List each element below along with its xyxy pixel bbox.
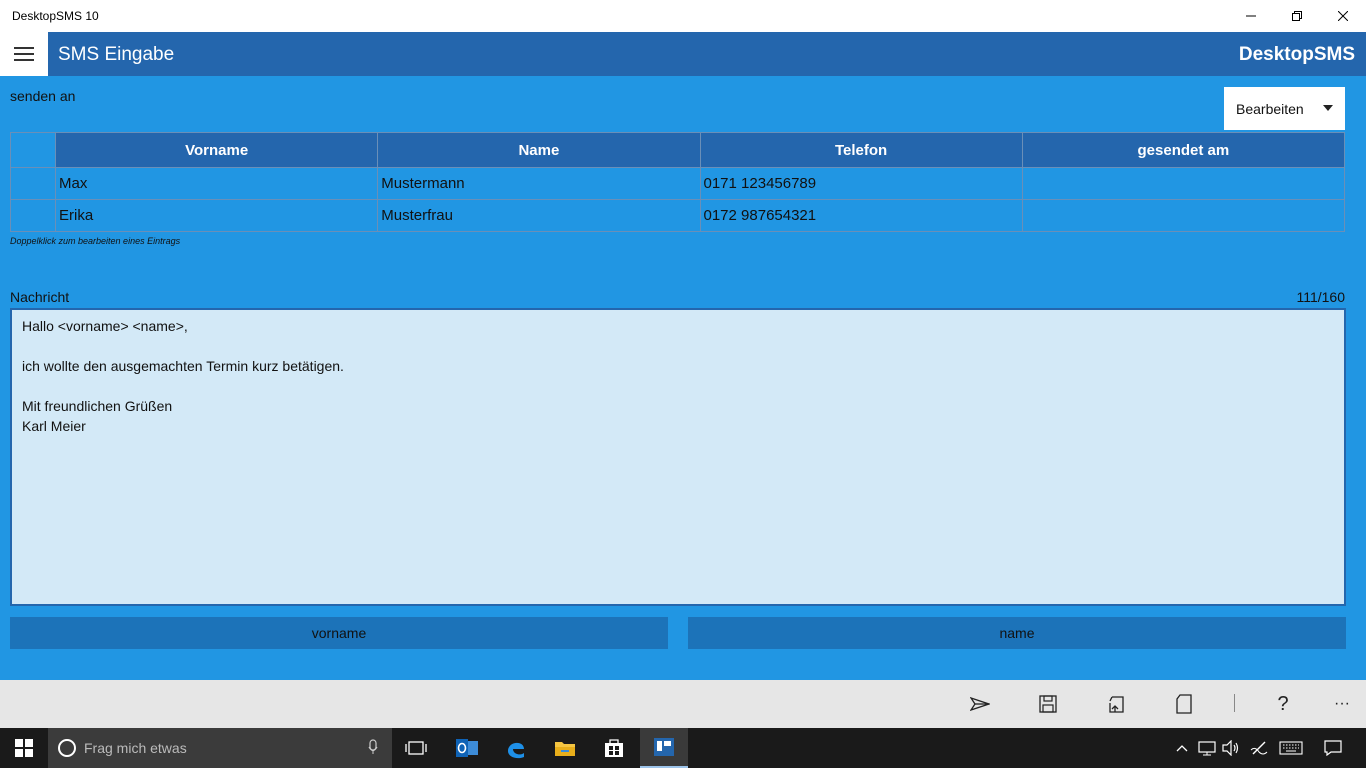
taskbar: Frag mich etwas [0, 728, 1366, 768]
export-icon[interactable] [1101, 690, 1131, 718]
page-icon[interactable] [1169, 690, 1199, 718]
column-header-vorname[interactable]: Vorname [55, 132, 379, 168]
page-title: SMS Eingabe [58, 44, 175, 65]
row-selector[interactable] [9, 167, 57, 200]
table-row[interactable]: Max Mustermann 0171 123456789 [9, 167, 1346, 200]
task-view-icon[interactable] [392, 728, 440, 768]
help-button[interactable]: ? [1268, 690, 1298, 718]
row-selector[interactable] [9, 199, 57, 232]
more-button[interactable]: ··· [1327, 690, 1357, 718]
table-header-row: Vorname Name Telefon gesendet am [9, 132, 1346, 168]
save-icon[interactable] [1033, 690, 1063, 718]
taskbar-search-box[interactable]: Frag mich etwas [48, 728, 392, 768]
network-icon[interactable] [1196, 728, 1218, 768]
close-button[interactable] [1320, 0, 1366, 32]
edit-dropdown[interactable]: Bearbeiten [1224, 87, 1345, 130]
recipient-table: Vorname Name Telefon gesendet am Max Mus… [9, 132, 1346, 232]
hamburger-menu-icon[interactable] [0, 32, 48, 76]
cell-vorname[interactable]: Erika [55, 199, 379, 232]
chevron-up-icon[interactable] [1172, 728, 1192, 768]
send-icon[interactable] [965, 690, 995, 718]
minimize-button[interactable] [1228, 0, 1274, 32]
store-icon[interactable] [590, 728, 638, 768]
column-header-telefon[interactable]: Telefon [699, 132, 1023, 168]
file-explorer-icon[interactable] [541, 728, 589, 768]
outlook-icon[interactable] [443, 728, 491, 768]
command-bar: ? ··· [0, 680, 1366, 728]
edge-browser-icon[interactable] [492, 728, 540, 768]
row-selector-header [9, 132, 57, 168]
brand-title: DesktopSMS [1238, 44, 1355, 65]
windows-start-icon[interactable] [0, 728, 48, 768]
search-placeholder: Frag mich etwas [84, 740, 187, 756]
cell-gesendet[interactable] [1021, 167, 1346, 200]
cell-gesendet[interactable] [1021, 199, 1346, 232]
minimize-icon [1246, 15, 1256, 17]
insert-vorname-button[interactable]: vorname [10, 617, 668, 649]
microphone-icon[interactable] [368, 739, 378, 758]
restore-button[interactable] [1274, 0, 1320, 32]
message-label: Nachricht [10, 289, 70, 305]
send-to-label: senden an [10, 88, 76, 104]
table-row[interactable]: Erika Musterfrau 0172 987654321 [9, 199, 1346, 232]
cell-telefon[interactable]: 0172 987654321 [699, 199, 1023, 232]
cell-vorname[interactable]: Max [55, 167, 379, 200]
cell-name[interactable]: Musterfrau [377, 199, 701, 232]
message-textarea[interactable]: Hallo <vorname> <name>, ich wollte den a… [10, 308, 1346, 606]
edit-dropdown-value: Bearbeiten [1236, 100, 1304, 117]
close-icon [1338, 11, 1348, 21]
volume-icon[interactable] [1220, 728, 1242, 768]
chevron-down-icon [1323, 105, 1333, 111]
cell-name[interactable]: Mustermann [377, 167, 701, 200]
window-title: DesktopSMS 10 [12, 9, 99, 23]
insert-name-button[interactable]: name [688, 617, 1346, 649]
notification-center-icon[interactable] [1320, 728, 1346, 768]
table-hint: Doppelklick zum bearbeiten eines Eintrag… [10, 236, 181, 246]
column-header-name[interactable]: Name [377, 132, 701, 168]
app-header: SMS Eingabe DesktopSMS [0, 32, 1366, 76]
keyboard-icon[interactable] [1278, 728, 1304, 768]
cell-telefon[interactable]: 0171 123456789 [699, 167, 1023, 200]
cortana-icon [58, 739, 76, 757]
column-header-gesendet[interactable]: gesendet am [1021, 132, 1346, 168]
command-separator [1234, 694, 1235, 712]
pen-ink-icon[interactable] [1248, 728, 1270, 768]
character-counter: 111/160 [1296, 289, 1345, 305]
restore-icon [1292, 11, 1302, 21]
desktopsms-app-icon[interactable] [640, 728, 688, 768]
title-bar: DesktopSMS 10 [0, 0, 1366, 32]
